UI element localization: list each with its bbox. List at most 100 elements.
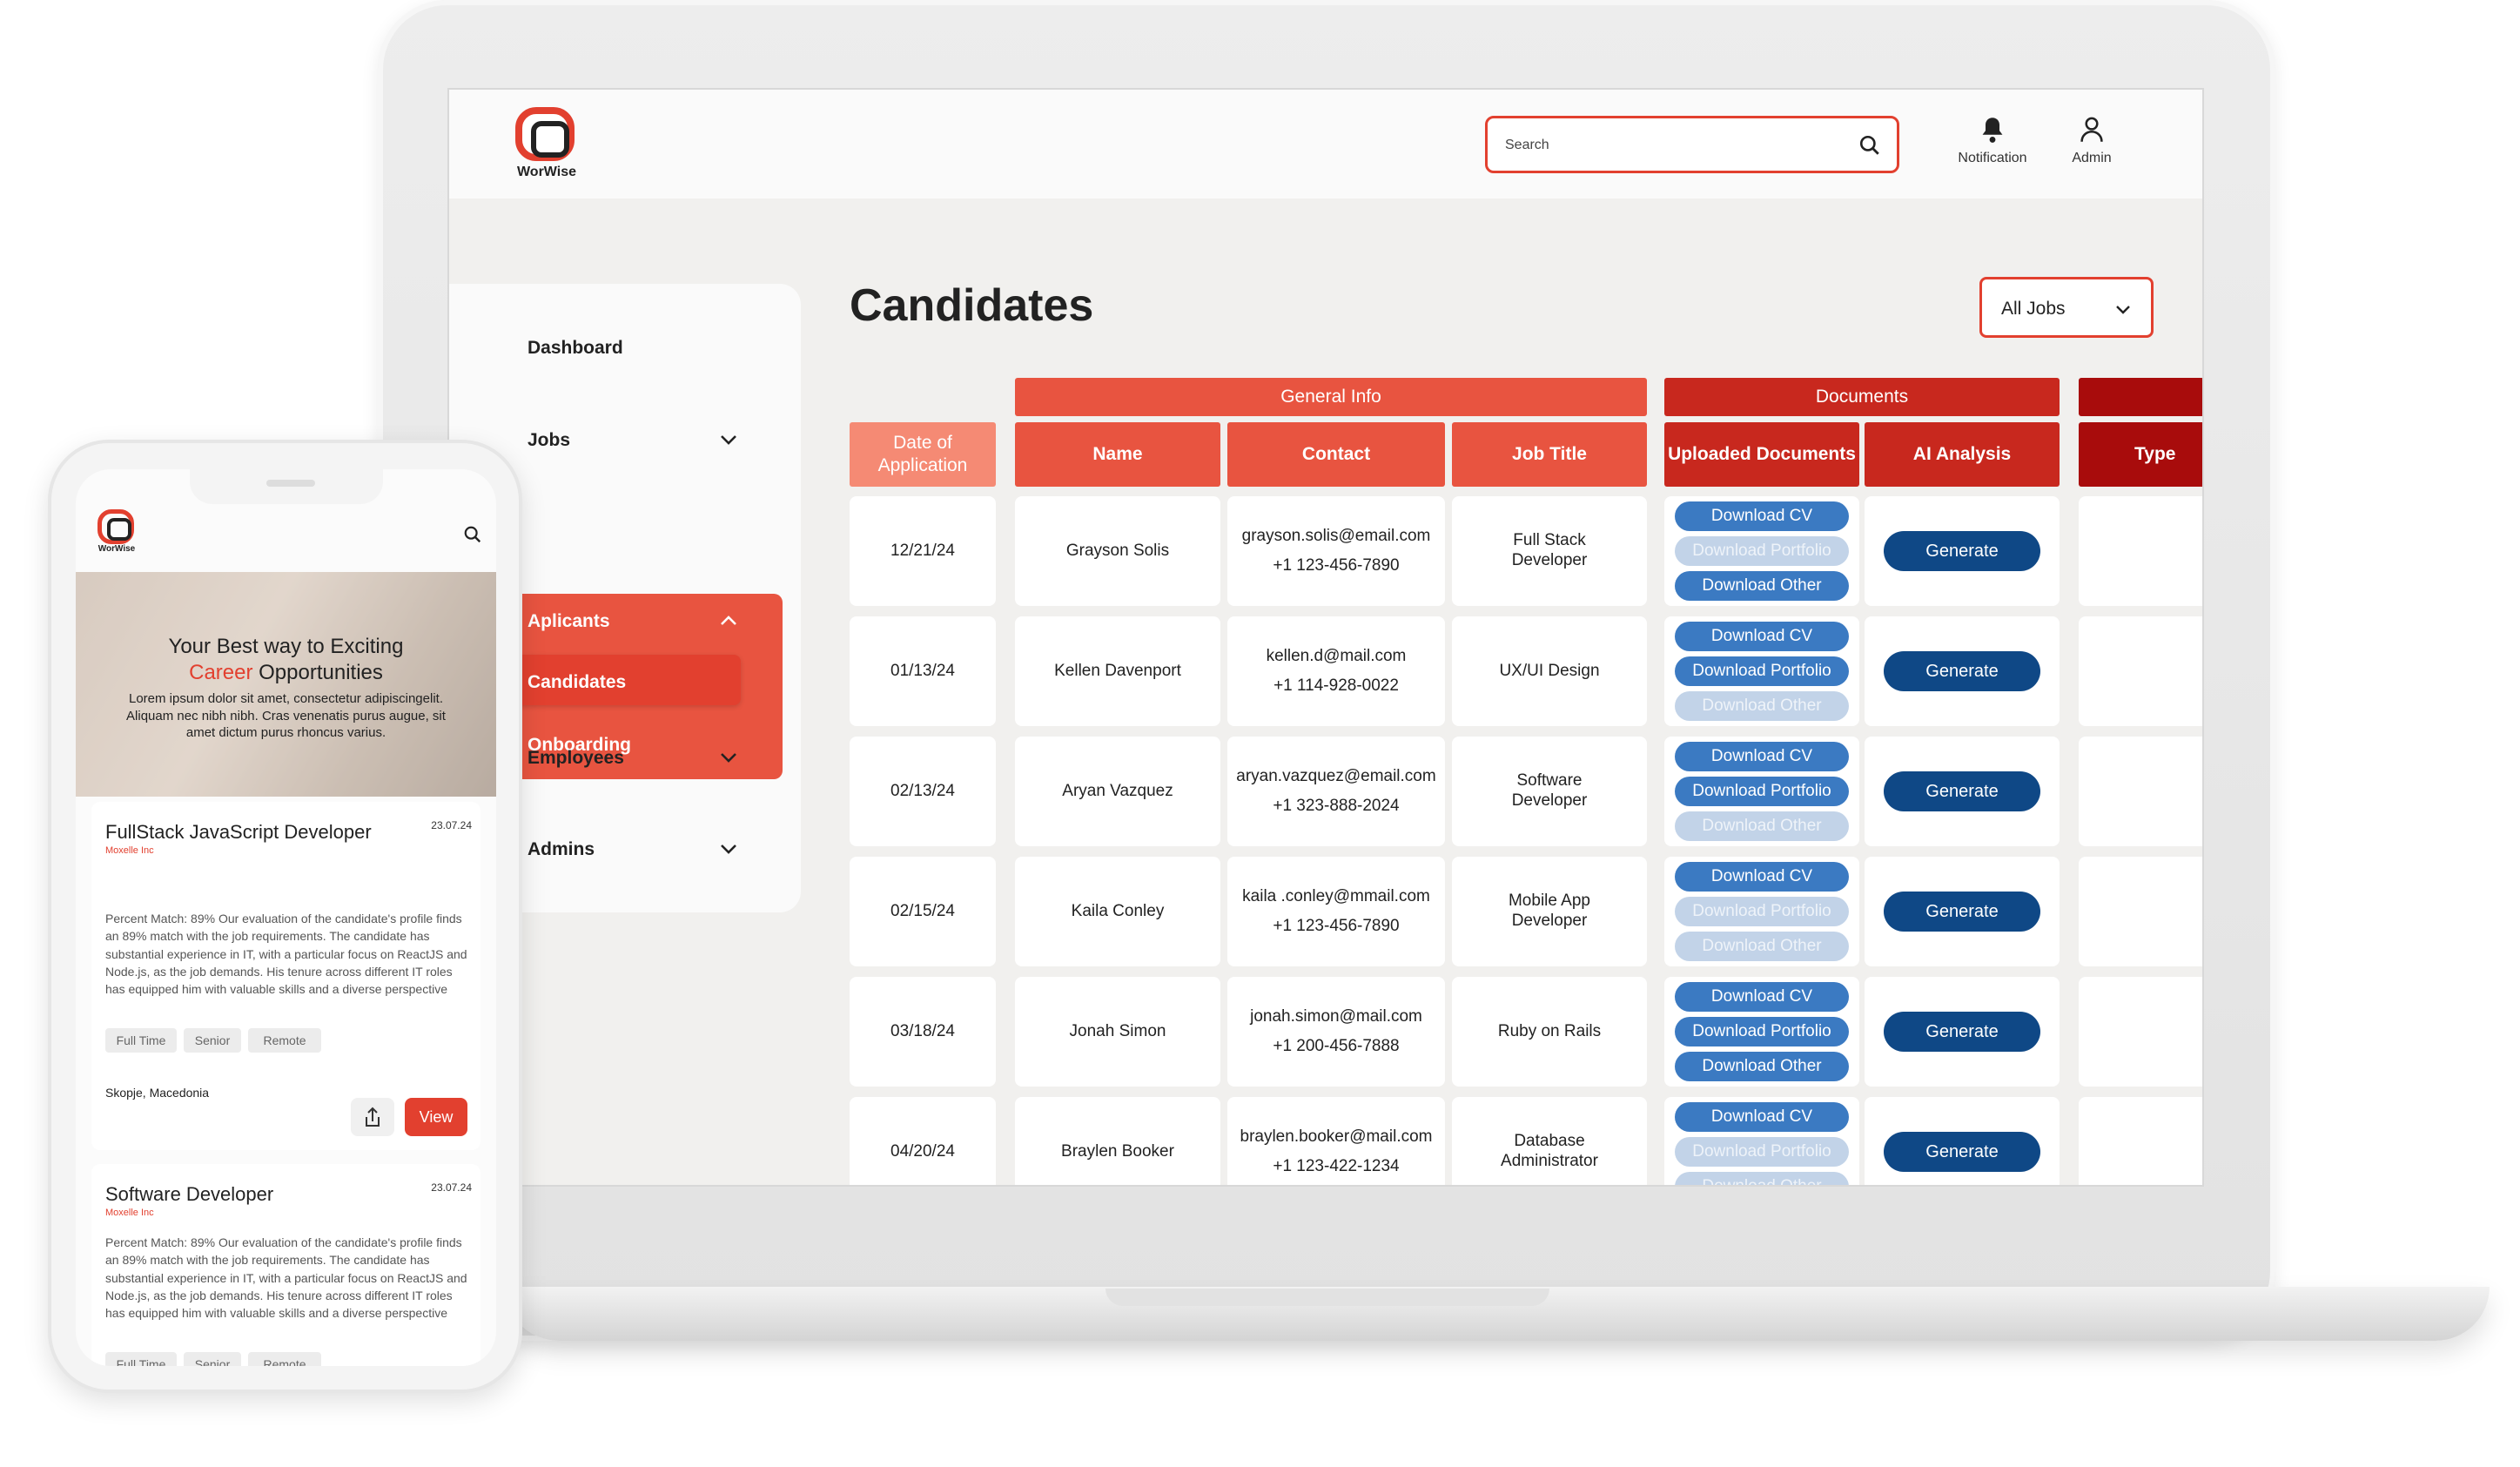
table-cell-date: 03/18/24 (850, 977, 996, 1087)
contact-email[interactable]: kellen.d@mail.com (1267, 642, 1407, 671)
contact-email[interactable]: braylen.booker@mail.com (1240, 1122, 1433, 1152)
hero-title-line1: Your Best way to Exciting (168, 635, 404, 658)
table-cell-ai: Generate (1865, 857, 2060, 966)
table-cell-contact: kaila .conley@mmail.com +1 123-456-7890 (1227, 857, 1445, 966)
job-filter-select[interactable]: All Jobs (1979, 277, 2154, 338)
download-cv-button[interactable]: Download CV (1675, 982, 1849, 1012)
table-cell-ai: Generate (1865, 1097, 2060, 1185)
top-bar: WorWise Search Notification Admin (449, 90, 2202, 199)
app-logo[interactable]: WorWise (512, 107, 581, 184)
cell-text: Database Administrator (1501, 1132, 1598, 1170)
column-header-type[interactable]: Type (2079, 422, 2202, 487)
download-other-button[interactable]: Download Other (1675, 811, 1849, 841)
chevron-down-icon[interactable] (719, 751, 738, 764)
logo-text: WorWise (516, 165, 576, 179)
search-placeholder: Search (1505, 138, 1549, 152)
download-cv-button[interactable]: Download CV (1675, 862, 1849, 892)
share-icon (366, 1107, 380, 1127)
column-header-name[interactable]: Name (1015, 422, 1220, 487)
share-button[interactable] (351, 1098, 394, 1136)
download-other-button[interactable]: Download Other (1675, 932, 1849, 961)
generate-button[interactable]: Generate (1884, 1132, 2040, 1172)
download-cv-button[interactable]: Download CV (1675, 622, 1849, 651)
download-portfolio-button[interactable]: Download Portfolio (1675, 656, 1849, 686)
search-input[interactable]: Search (1485, 116, 1899, 173)
job-company: Moxelle Inc (105, 1208, 154, 1218)
generate-button[interactable]: Generate (1884, 531, 2040, 571)
contact-phone[interactable]: +1 200-456-7888 (1273, 1032, 1399, 1061)
cell-text: 01/13/24 (890, 661, 955, 680)
generate-button[interactable]: Generate (1884, 771, 2040, 811)
chevron-down-icon (2116, 306, 2130, 314)
table-cell-docs: Download CV Download Portfolio Download Ot… (1664, 857, 1859, 966)
cell-text: Kellen Davenport (1054, 661, 1181, 680)
mobile-app-logo[interactable]: WorWise (95, 509, 138, 560)
column-header-ai-analysis[interactable]: AI Analysis (1865, 422, 2060, 487)
generate-button[interactable]: Generate (1884, 651, 2040, 691)
sidebar-item-admins[interactable]: Admins (528, 839, 595, 860)
sidebar-item-candidates[interactable]: Candidates (528, 672, 626, 693)
job-tag: Full Time (105, 1352, 177, 1366)
cell-text: Software Developer (1511, 771, 1588, 810)
contact-phone[interactable]: +1 123-456-7890 (1273, 912, 1399, 941)
sidebar-item-applicants[interactable]: Aplicants (528, 611, 610, 632)
job-title: Software Developer (105, 1183, 274, 1205)
search-icon[interactable] (1858, 134, 1881, 157)
download-other-button[interactable]: Download Other (1675, 1052, 1849, 1081)
job-tag: Remote (248, 1028, 321, 1053)
generate-button[interactable]: Generate (1884, 892, 2040, 932)
job-card[interactable]: FullStack JavaScript Developer Moxelle I… (91, 802, 480, 1150)
table-cell-docs: Download CV Download Portfolio Download Ot… (1664, 496, 1859, 606)
column-header-uploaded-documents[interactable]: Uploaded Documents (1664, 422, 1859, 487)
contact-phone[interactable]: +1 323-888-2024 (1273, 791, 1399, 821)
contact-phone[interactable]: +1 114-928-0022 (1273, 671, 1399, 701)
download-other-button[interactable]: Download Other (1675, 691, 1849, 721)
contact-email[interactable]: jonah.simon@mail.com (1250, 1002, 1422, 1032)
download-cv-button[interactable]: Download CV (1675, 501, 1849, 531)
table-cell-ai: Generate (1865, 977, 2060, 1087)
admin-button[interactable]: Admin (2044, 116, 2140, 166)
column-header-contact[interactable]: Contact (1227, 422, 1445, 487)
generate-button[interactable]: Generate (1884, 1012, 2040, 1052)
contact-phone[interactable]: +1 123-456-7890 (1273, 551, 1399, 581)
notification-label: Notification (1958, 151, 2027, 165)
cell-text: UX/UI Design (1499, 661, 1600, 680)
view-button[interactable]: View (405, 1098, 467, 1136)
search-icon[interactable] (463, 525, 482, 544)
job-tag: Remote (248, 1352, 321, 1366)
sidebar-item-jobs[interactable]: Jobs (528, 430, 570, 451)
contact-email[interactable]: grayson.solis@email.com (1242, 522, 1431, 551)
phone-screen: WorWise Your Best way to Exciting Career… (76, 469, 496, 1366)
download-portfolio-button[interactable]: Download Portfolio (1675, 1017, 1849, 1046)
download-portfolio-button[interactable]: Download Portfolio (1675, 1137, 1849, 1167)
contact-phone[interactable]: +1 123-422-1234 (1273, 1152, 1399, 1181)
chevron-up-icon[interactable] (719, 615, 738, 627)
contact-email[interactable]: kaila .conley@mmail.com (1242, 882, 1430, 912)
chevron-down-icon[interactable] (719, 843, 738, 855)
notification-button[interactable]: Notification (1945, 116, 2040, 166)
column-header-date[interactable]: Date of Application (850, 422, 996, 487)
sidebar-item-dashboard[interactable]: Dashboard (528, 338, 623, 359)
download-portfolio-button[interactable]: Download Portfolio (1675, 536, 1849, 566)
download-other-button[interactable]: Download Other (1675, 1172, 1849, 1185)
cell-text: Aryan Vazquez (1062, 781, 1173, 800)
download-portfolio-button[interactable]: Download Portfolio (1675, 897, 1849, 926)
table-cell-type (2079, 737, 2202, 846)
contact-email[interactable]: aryan.vazquez@email.com (1236, 762, 1435, 791)
download-cv-button[interactable]: Download CV (1675, 1102, 1849, 1132)
job-title: FullStack JavaScript Developer (105, 821, 372, 843)
table-cell-job: Mobile App Developer (1452, 857, 1647, 966)
download-portfolio-button[interactable]: Download Portfolio (1675, 777, 1849, 806)
download-other-button[interactable]: Download Other (1675, 571, 1849, 601)
job-tag: Full Time (105, 1028, 177, 1053)
column-header-job-title[interactable]: Job Title (1452, 422, 1647, 487)
sidebar-item-employees[interactable]: Employees (528, 748, 624, 769)
chevron-down-icon[interactable] (719, 434, 738, 446)
job-tag: Senior (184, 1352, 241, 1366)
download-cv-button[interactable]: Download CV (1675, 742, 1849, 771)
table-cell-name: Kaila Conley (1015, 857, 1220, 966)
table-cell-name: Aryan Vazquez (1015, 737, 1220, 846)
cell-text: 02/15/24 (890, 901, 955, 920)
job-card[interactable]: Software Developer Moxelle Inc 23.07.24 … (91, 1164, 480, 1366)
table-cell-docs: Download CV Download Portfolio Download Ot… (1664, 737, 1859, 846)
